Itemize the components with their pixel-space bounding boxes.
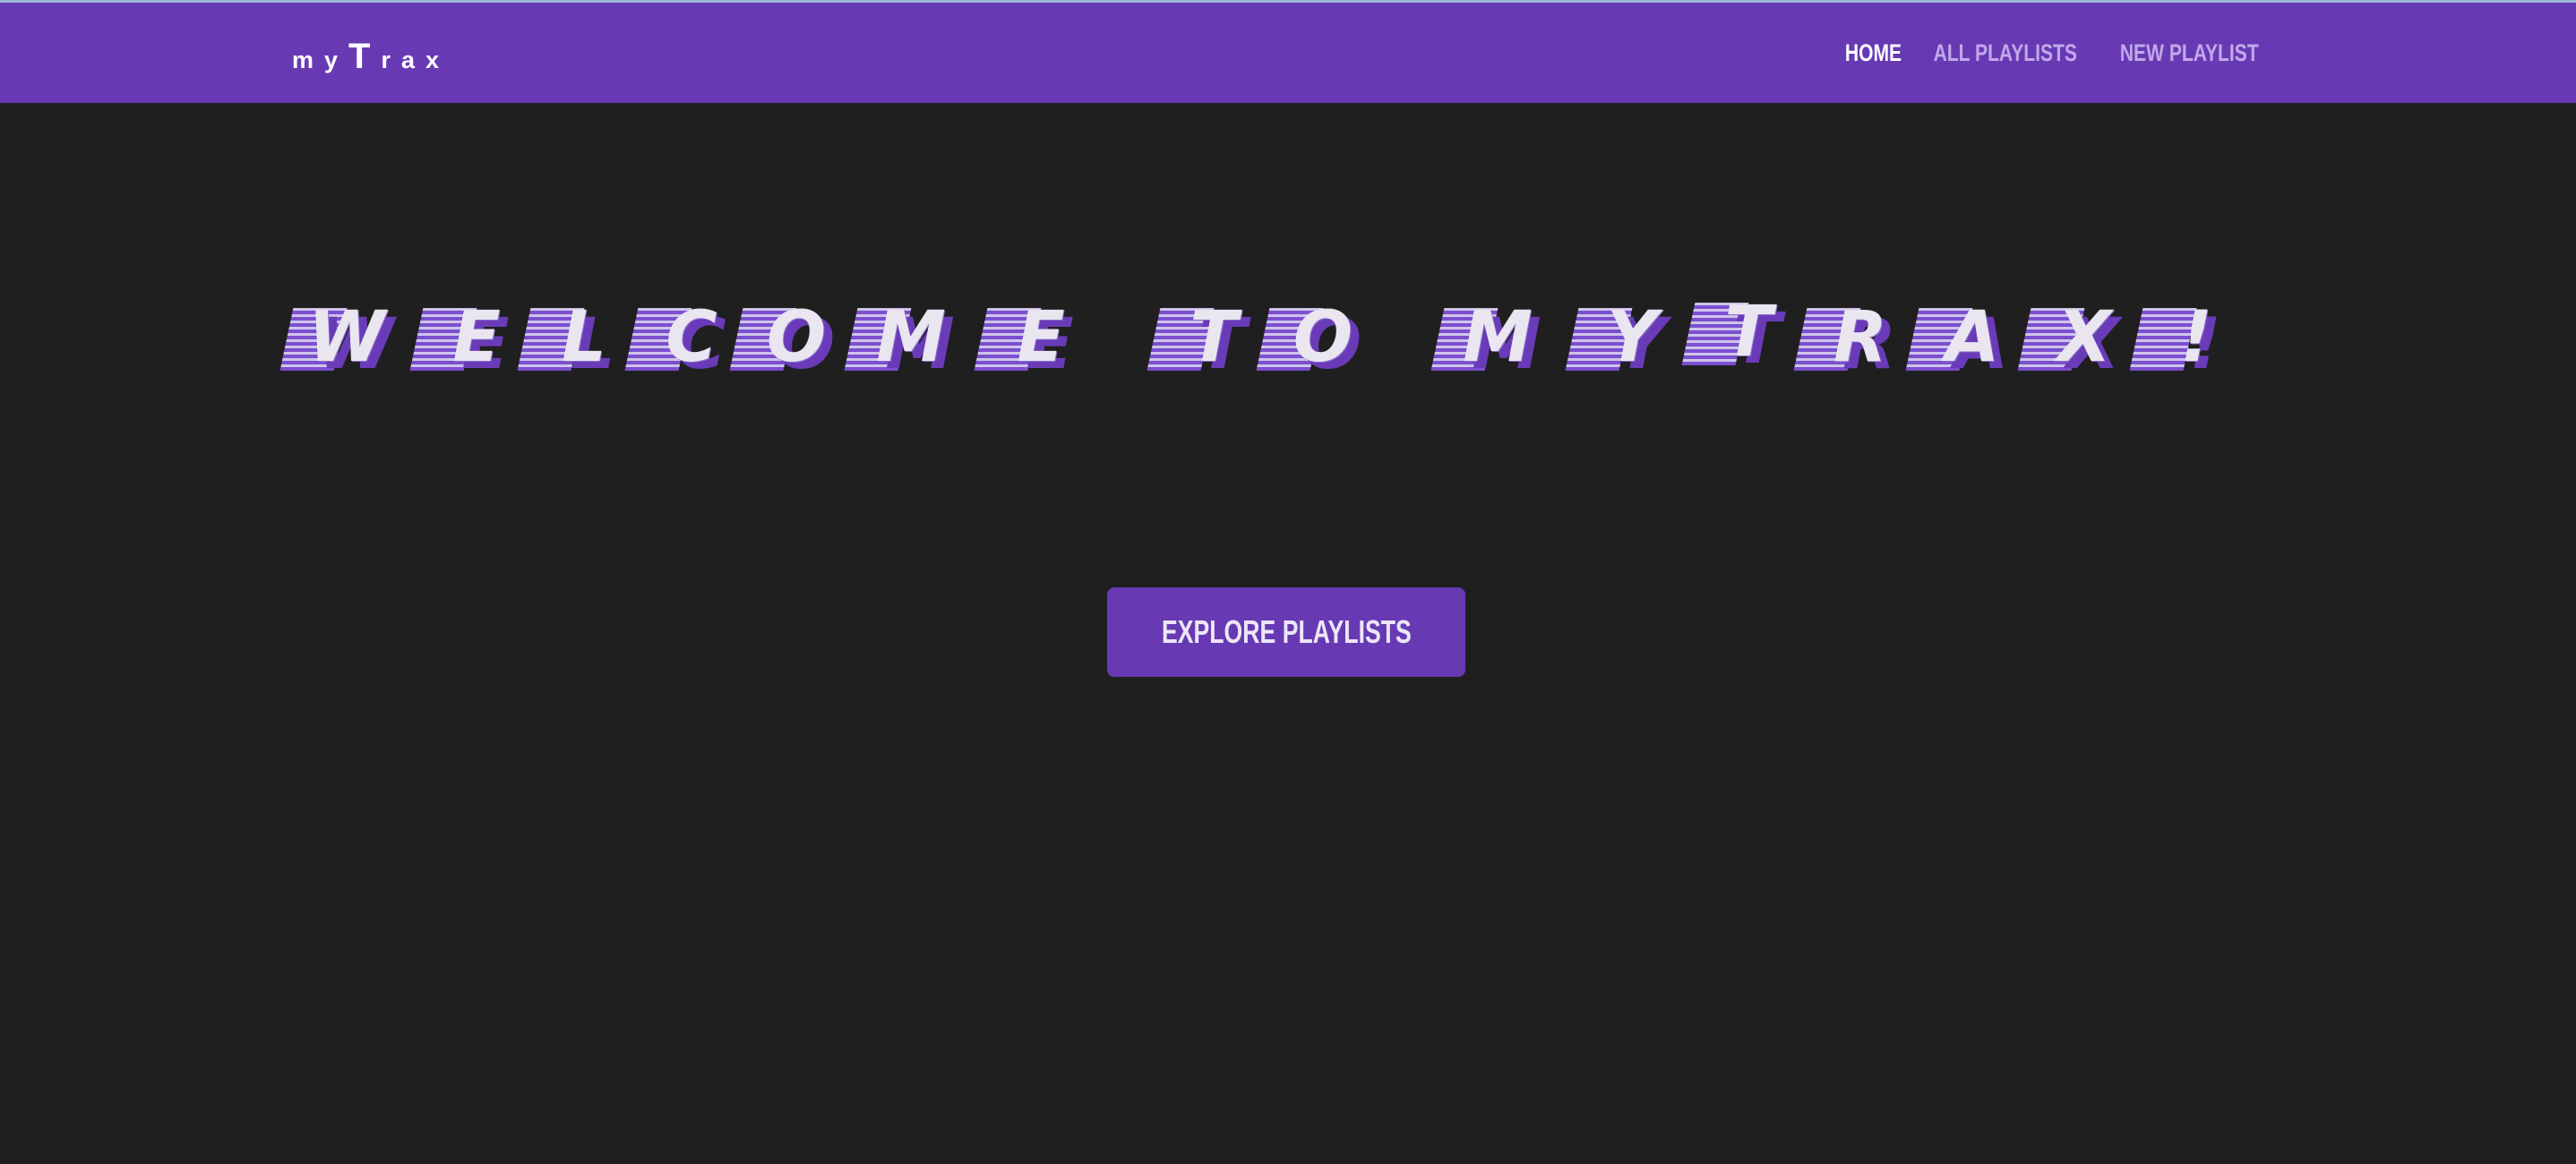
hero-letter: AA [1905,295,2011,394]
hero-letter: XX [2017,295,2123,394]
hero-letter: TT [1681,290,1787,389]
nav-links: HOME ALL PLAYLISTS NEW PLAYLIST [1845,33,2266,73]
explore-playlists-button[interactable]: EXPLORE PLAYLISTS [1107,587,1465,677]
hero-letter: MM [1430,295,1541,394]
brand-letter: r [381,47,401,73]
hero-letter-text: Y [1606,297,1658,378]
brand-logo[interactable]: m y T r a x [292,33,451,76]
hero-letter: LL [517,295,623,394]
explore-playlists-label: EXPLORE PLAYLISTS [1161,613,1412,650]
hero-letter: EE [974,295,1079,394]
hero-letter: YY [1565,295,1670,394]
hero-letter-text: L [562,297,606,378]
hero-letter: TT [1146,295,1252,394]
hero-letter-text: O [766,297,827,378]
hero-letter: !! [2129,295,2235,394]
hero-heading-letters: W W E E L L C C O O M M E E T T O O M M Y Y T T R R A A X X!! [279,292,2221,394]
hero-letter: RR [1793,295,1899,394]
hero-letter-text: ! [2180,297,2212,378]
hero-letter-text: R [1833,297,1888,378]
hero-letter-text: W [307,297,386,378]
hero-letter: WW [279,295,394,394]
hero-letter-text: M [876,297,946,378]
hero-letter-text: C [665,297,717,378]
nav-link-new-playlist[interactable]: NEW PLAYLIST [2120,39,2259,67]
top-navbar: m y T r a x HOME ALL PLAYLISTS NEW PLAYL… [0,3,2576,103]
hero-letter: MM [844,295,955,394]
nav-link-home[interactable]: HOME [1845,39,1902,67]
hero-letter-text: T [1724,292,1773,372]
hero-letter: OO [729,295,835,394]
hero-letter-text: T [1189,297,1238,378]
hero-letter-text: X [2057,297,2112,378]
brand-letter: a [401,47,426,73]
hero-letter-text: E [1017,297,1065,378]
brand-letter: x [425,47,451,73]
brand-letter: T [348,37,382,76]
hero-letter: CC [624,295,730,394]
hero-letter: OO [1256,295,1361,394]
hero-letter: EE [409,295,515,394]
hero-heading: W W E E L L C C O O M M E E T T O O M M Y Y T T R R A A X X!! [279,292,2221,394]
hero-letter-text: O [1292,297,1353,378]
brand-letter: y [324,47,349,73]
brand-letter: m [292,47,325,73]
hero-letter-text: M [1463,297,1533,378]
hero-letter-text: E [452,297,501,378]
nav-link-all-playlists[interactable]: ALL PLAYLISTS [1934,39,2077,67]
hero-letter-text: A [1945,297,2000,378]
